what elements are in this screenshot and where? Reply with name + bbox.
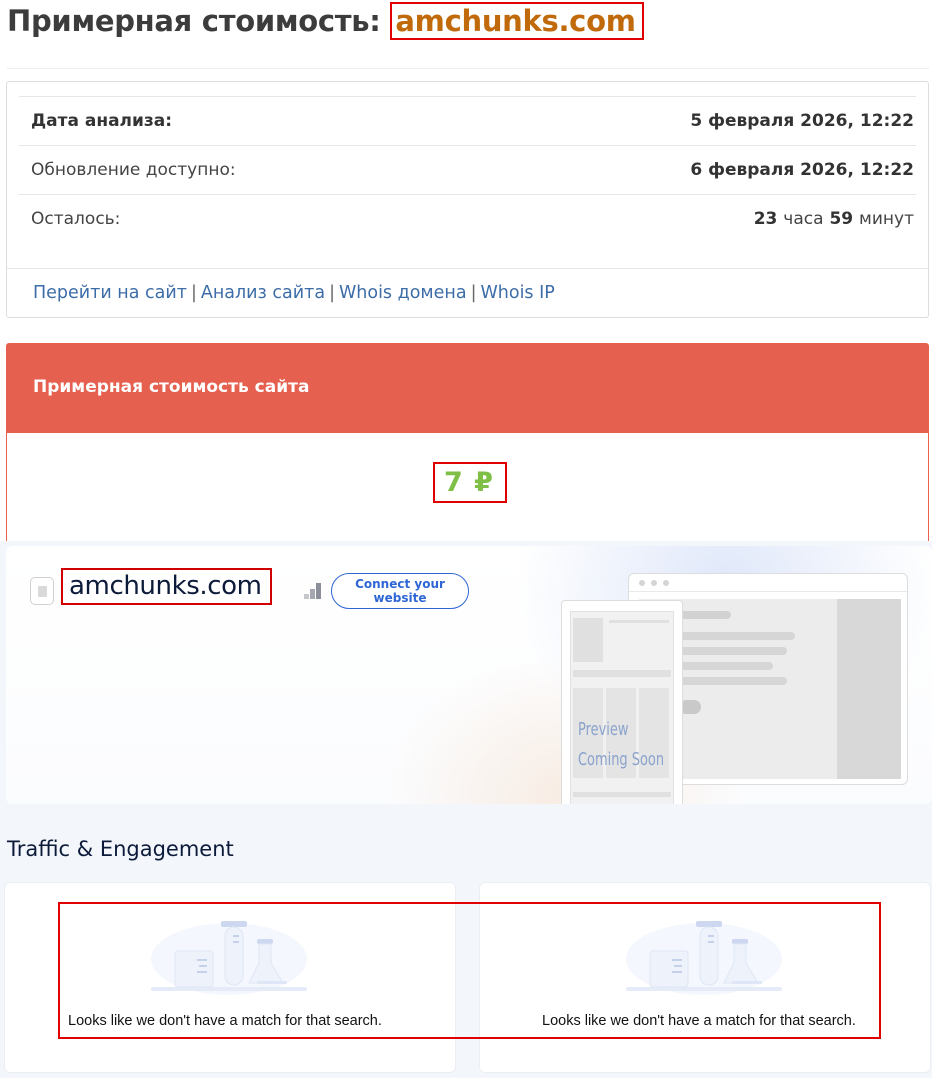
page-title-domain: amchunks.com: [390, 2, 644, 40]
update-available-value: 6 февраля 2026, 12:22: [690, 160, 914, 180]
page-title: Примерная стоимость: amchunks.com: [7, 2, 644, 40]
rank-bars-icon: [304, 583, 322, 599]
link-separator: |: [190, 283, 197, 303]
remaining-hours-unit: часа: [783, 209, 824, 229]
link-site-analysis[interactable]: Анализ сайта: [201, 283, 325, 303]
preview-line2: Coming Soon: [578, 749, 665, 770]
website-hero-card: amchunks.com Connect your website Previe…: [6, 546, 932, 804]
analysis-info-box: Дата анализа: 5 февраля 2026, 12:22 Обно…: [6, 81, 929, 318]
traffic-engagement-title: Traffic & Engagement: [7, 837, 234, 861]
link-go-to-site[interactable]: Перейти на сайт: [33, 283, 187, 303]
preview-line1: Preview: [578, 719, 629, 740]
link-whois-domain[interactable]: Whois домена: [339, 283, 467, 303]
site-cost-value: 7 ₽: [433, 462, 507, 503]
page-title-prefix: Примерная стоимость:: [7, 4, 381, 38]
info-links: Перейти на сайт | Анализ сайта | Whois домен…: [7, 268, 928, 318]
update-available-label: Обновление доступно:: [31, 160, 236, 180]
link-separator: |: [329, 283, 335, 303]
remaining-value: 23 часа 59 минут: [754, 209, 914, 229]
link-whois-ip[interactable]: Whois IP: [480, 283, 554, 303]
remaining-hours: 23: [753, 209, 778, 229]
remaining-label: Осталось:: [31, 209, 121, 229]
link-separator: |: [470, 283, 477, 303]
mobile-preview-mockup: Preview Coming Soon: [561, 600, 683, 804]
site-cost-panel: Примерная стоимость сайта 7 ₽: [6, 343, 929, 543]
preview-coming-soon-text: Preview Coming Soon: [578, 715, 664, 775]
website-domain: amchunks.com: [61, 568, 272, 605]
info-row-update-available: Обновление доступно: 6 февраля 2026, 12:…: [19, 145, 916, 194]
file-icon: [30, 577, 54, 605]
title-divider: [7, 68, 929, 69]
analysis-date-label: Дата анализа:: [31, 111, 173, 131]
remaining-minutes-unit: минут: [859, 209, 914, 229]
connect-website-button[interactable]: Connect your website: [331, 573, 469, 609]
info-row-analysis-date: Дата анализа: 5 февраля 2026, 12:22: [19, 96, 916, 145]
analysis-date-value: 5 февраля 2026, 12:22: [690, 111, 914, 131]
highlight-box: [58, 902, 881, 1039]
remaining-minutes: 59: [829, 209, 854, 229]
site-cost-heading: Примерная стоимость сайта: [7, 344, 928, 433]
info-row-remaining: Осталось: 23 часа 59 минут: [19, 194, 916, 243]
similarweb-section: amchunks.com Connect your website Previe…: [0, 541, 932, 1078]
